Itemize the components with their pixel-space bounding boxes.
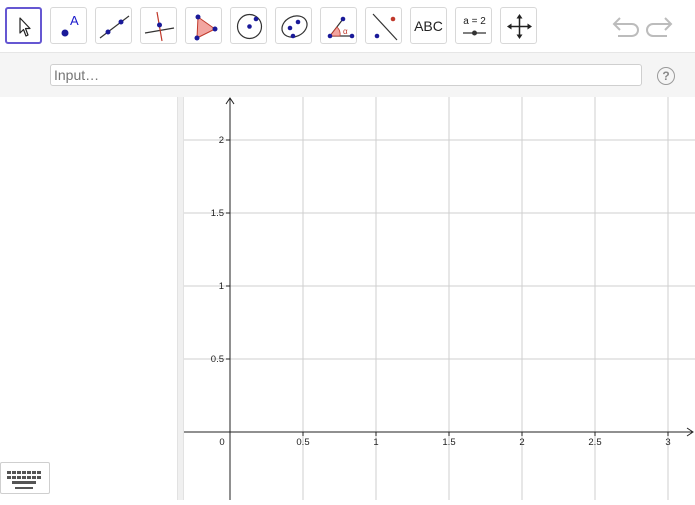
point-tool-button[interactable]: A [50, 7, 87, 44]
help-icon: ? [662, 69, 670, 83]
x-tick-label: 1 [373, 437, 378, 448]
x-tick-label: 0.5 [296, 437, 309, 448]
y-tick-label: 0.5 [211, 354, 224, 365]
line-icon [99, 15, 130, 39]
angle-tool-label: α [343, 27, 348, 36]
x-tick-label: 2 [519, 437, 524, 448]
move-tool-button[interactable] [5, 7, 42, 44]
view-divider[interactable] [177, 97, 184, 500]
circle-icon [236, 13, 263, 40]
move-graphics-tool-button[interactable] [500, 7, 537, 44]
perpendicular-line-icon [144, 11, 175, 42]
point-icon: A [61, 13, 79, 37]
keyboard-icon [7, 471, 41, 489]
cursor-arrow-icon [19, 17, 31, 37]
axes [184, 97, 694, 500]
conic-tool-button[interactable] [275, 7, 312, 44]
reflect-tool-button[interactable] [365, 7, 402, 44]
slider-tool-button[interactable]: a = 2 [455, 7, 492, 44]
circle-tool-button[interactable] [230, 7, 267, 44]
slider-tool-label: a = 2 [463, 16, 486, 27]
polygon-tool-button[interactable] [185, 7, 222, 44]
ellipse-icon [281, 15, 308, 39]
move-cross-icon [507, 14, 532, 39]
toolbar: A α ABC a = 2 [0, 0, 695, 52]
input-bar: ? [0, 52, 695, 97]
redo-icon [646, 17, 673, 37]
x-tick-label: 2.5 [588, 437, 601, 448]
origin-label: 0 [219, 437, 224, 448]
y-tick-label: 1.5 [211, 208, 224, 219]
polygon-icon [194, 14, 218, 41]
text-tool-label: ABC [414, 17, 443, 34]
graphics-canvas[interactable]: 0 0.5 1 1.5 2 2.5 3 0.5 1 1.5 2 [184, 97, 695, 500]
redo-button[interactable] [645, 12, 677, 40]
perpendicular-line-tool-button[interactable] [140, 7, 177, 44]
point-tool-label: A [70, 13, 79, 28]
x-tick-label: 3 [665, 437, 670, 448]
keyboard-button[interactable] [0, 462, 50, 494]
grid-lines [184, 97, 695, 500]
input-field[interactable] [50, 64, 642, 86]
graphics-view[interactable]: 0 0.5 1 1.5 2 2.5 3 0.5 1 1.5 2 [184, 97, 695, 500]
y-tick-label: 2 [219, 135, 224, 146]
undo-icon [612, 17, 639, 37]
slider-icon: a = 2 [463, 16, 486, 36]
angle-tool-button[interactable]: α [320, 7, 357, 44]
text-tool-button[interactable]: ABC [410, 7, 447, 44]
undo-button[interactable] [608, 12, 640, 40]
angle-icon: α [327, 16, 355, 39]
help-button[interactable]: ? [657, 67, 675, 85]
line-tool-button[interactable] [95, 7, 132, 44]
x-tick-label: 1.5 [442, 437, 455, 448]
algebra-view[interactable] [0, 97, 177, 500]
reflect-icon [372, 13, 398, 41]
y-tick-label: 1 [219, 281, 224, 292]
